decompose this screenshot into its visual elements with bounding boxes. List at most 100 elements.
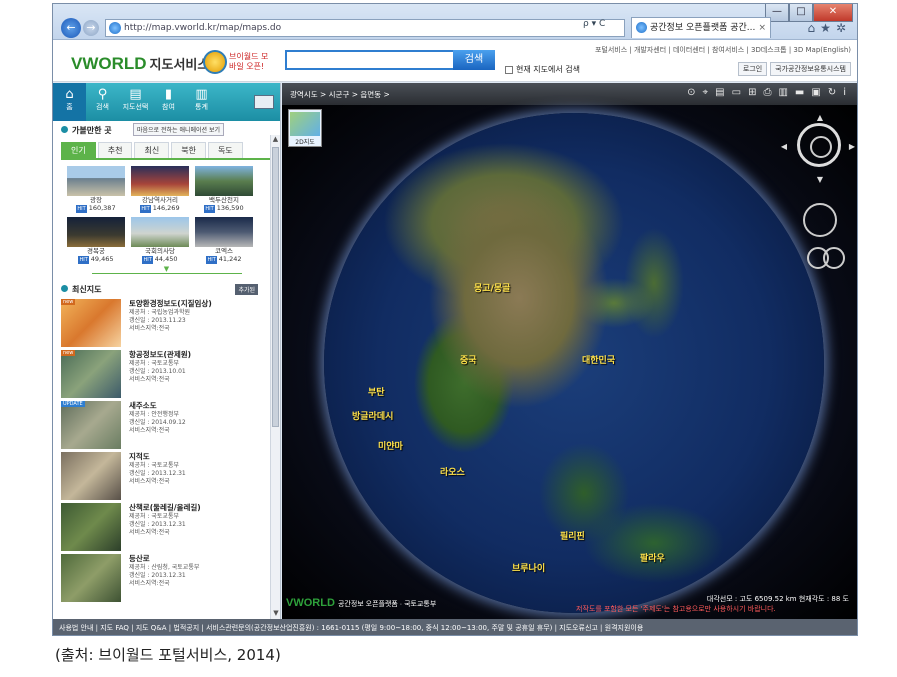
left-panel-scrollbar[interactable]: ▲ ▼: [270, 135, 280, 619]
zoom-control[interactable]: [803, 203, 837, 237]
mobile-promo-banner[interactable]: 브이월드 모바일 오픈!: [203, 46, 273, 78]
arrow-left-icon[interactable]: ◀: [781, 142, 787, 151]
save-icon[interactable]: ⊞: [748, 87, 763, 98]
place-card[interactable]: 광장 HIT 160,387: [67, 166, 125, 213]
map-label[interactable]: 필리핀: [560, 529, 585, 542]
scroll-up-icon[interactable]: ▲: [271, 135, 280, 145]
map-label[interactable]: 부탄: [368, 385, 385, 398]
site-footer-links[interactable]: 사용법 안내 | 지도 FAQ | 지도 Q&A | 법적공지 | 서비스관련문…: [53, 619, 857, 635]
forward-button[interactable]: →: [83, 20, 99, 36]
map-label[interactable]: 라오스: [440, 465, 465, 478]
scrollbar-thumb[interactable]: [272, 147, 279, 427]
address-bar[interactable]: http://map.vworld.kr/map/maps.do: [105, 19, 625, 37]
map-label[interactable]: 방글라데시: [352, 409, 393, 422]
location-icon[interactable]: ⊙: [687, 87, 702, 98]
info-icon[interactable]: i: [843, 87, 853, 98]
chevron-down-icon[interactable]: ▼: [91, 266, 242, 274]
recent-map-title[interactable]: 항공정보도(관제원): [129, 350, 191, 360]
close-button[interactable]: ✕: [813, 4, 853, 22]
settings-gear-icon[interactable]: ✲: [836, 21, 851, 35]
recent-map-thumbnail[interactable]: UPDATE: [61, 401, 121, 449]
agency-link[interactable]: 국가공간정보유통시스템: [770, 62, 851, 76]
map-label[interactable]: 미얀마: [378, 439, 403, 452]
measure-icon[interactable]: ⌖: [703, 87, 716, 98]
region-breadcrumb[interactable]: 광역시도 > 시군구 > 읍면동 >: [290, 89, 390, 100]
recent-map-thumbnail[interactable]: [61, 554, 121, 602]
animation-button[interactable]: 마음으로 전하는 애니메이션 보기: [133, 123, 225, 136]
earth-globe[interactable]: 몽고/몽골 중국 대한민국 부탄 방글라데시 미얀마 라오스 필리핀 브루나이 …: [324, 113, 824, 613]
favorites-star-icon[interactable]: ★: [820, 21, 836, 35]
menu-map-select[interactable]: ▤ 지도선택: [119, 83, 152, 121]
checkbox-icon[interactable]: [505, 65, 513, 74]
recent-map-title[interactable]: 새주소도: [129, 401, 186, 411]
login-button[interactable]: 로그인: [737, 62, 768, 76]
map-label[interactable]: 몽고/몽골: [474, 281, 510, 294]
recent-map-thumbnail[interactable]: [61, 452, 121, 500]
print-icon[interactable]: ⎙: [763, 87, 778, 98]
menu-participate[interactable]: ▮ 참여: [152, 83, 185, 121]
map-label[interactable]: 중국: [460, 353, 477, 366]
tab-close-icon[interactable]: ×: [758, 18, 766, 38]
tilt-control-right[interactable]: [823, 247, 845, 269]
recent-map-item[interactable]: 지적도 제공처 : 국토교통부 갱신일 : 2013.12.31 서비스지역:전국: [61, 452, 272, 500]
menu-search[interactable]: ⚲ 검색: [86, 83, 119, 121]
recent-map-thumbnail[interactable]: new: [61, 299, 121, 347]
refresh-icon[interactable]: ↻: [828, 87, 843, 98]
search-current-map-checkbox[interactable]: 현재 지도에서 검색: [505, 64, 580, 75]
recent-map-item[interactable]: 산책로(둘레길/올레길) 제공처 : 국토교통부 갱신일 : 2013.12.31 서…: [61, 503, 272, 551]
search-input[interactable]: [285, 50, 455, 70]
recent-map-item[interactable]: new 항공정보도(관제원) 제공처 : 국토교통부 갱신일 : 2013.10.0…: [61, 350, 272, 398]
tab-popular[interactable]: 인기: [61, 142, 96, 158]
layer-icon[interactable]: ▤: [715, 87, 731, 98]
recent-map-item[interactable]: UPDATE 새주소도 제공처 : 안전행정부 갱신일 : 2014.09.12 서비…: [61, 401, 272, 449]
tab-north-korea[interactable]: 북한: [171, 142, 206, 158]
map-label[interactable]: 대한민국: [582, 353, 615, 366]
tab-dokdo[interactable]: 독도: [207, 142, 243, 158]
roadview-icon[interactable]: ▭: [732, 87, 748, 98]
back-button[interactable]: ←: [61, 18, 81, 38]
place-card[interactable]: 국회의사당 HIT 44,450: [131, 217, 189, 264]
place-thumbnail[interactable]: [131, 166, 189, 196]
panel-collapse-button[interactable]: [254, 95, 274, 109]
place-thumbnail[interactable]: [67, 217, 125, 247]
search-button[interactable]: 검색: [453, 50, 495, 70]
menu-home[interactable]: ⌂ 홈: [53, 83, 86, 121]
map-label[interactable]: 브루나이: [512, 561, 545, 574]
top-links[interactable]: 포털서비스 | 개발자센터 | 데이터센터 | 참여서비스 | 3D데스크톱 |…: [595, 45, 851, 55]
place-card[interactable]: 강남역사거리 HIT 146,269: [131, 166, 189, 213]
place-card[interactable]: 코엑스 HIT 41,242: [195, 217, 253, 264]
split-icon[interactable]: ▥: [778, 87, 794, 98]
fullscreen-icon[interactable]: ▣: [811, 87, 827, 98]
place-thumbnail[interactable]: [67, 166, 125, 196]
arrow-down-icon[interactable]: ▼: [817, 175, 823, 184]
menu-statistics[interactable]: ▥ 통계: [185, 83, 218, 121]
vworld-logo[interactable]: VWORLD 지도서비스: [71, 54, 209, 74]
globe-view[interactable]: 2D지도 몽고/몽골 중국 대한민국 부탄 방글라데시 미얀마 라오스 필리핀 …: [282, 105, 857, 619]
place-thumbnail[interactable]: [195, 166, 253, 196]
recent-map-thumbnail[interactable]: [61, 503, 121, 551]
recent-map-item[interactable]: 등산로 제공처 : 산림청, 국토교통부 갱신일 : 2013.12.31 서비스지역…: [61, 554, 272, 602]
home-icon[interactable]: ⌂: [808, 21, 821, 35]
maximize-button[interactable]: □: [789, 4, 813, 22]
recent-map-title[interactable]: 토양환경정보도(지질임상): [129, 299, 212, 309]
recent-map-title[interactable]: 등산로: [129, 554, 199, 564]
recent-more-button[interactable]: 추가된: [235, 284, 258, 295]
compass-navigation-control[interactable]: [797, 123, 841, 167]
tab-recommended[interactable]: 추천: [97, 142, 133, 158]
arrow-right-icon[interactable]: ▶: [849, 142, 855, 151]
address-tools[interactable]: ρ ▾ C: [583, 19, 605, 29]
recent-map-title[interactable]: 지적도: [129, 452, 186, 462]
place-thumbnail[interactable]: [131, 217, 189, 247]
place-card[interactable]: 경복궁 HIT 49,465: [67, 217, 125, 264]
place-card[interactable]: 백두산천지 HIT 136,590: [195, 166, 253, 213]
legend-icon[interactable]: ▬: [795, 87, 811, 98]
tab-latest[interactable]: 최신: [134, 142, 170, 158]
scroll-down-icon[interactable]: ▼: [271, 609, 280, 619]
browser-tab[interactable]: 공간정보 오픈플랫폼 공간... ×: [631, 17, 771, 38]
recent-map-thumbnail[interactable]: new: [61, 350, 121, 398]
2d-map-toggle[interactable]: 2D지도: [288, 109, 322, 147]
place-thumbnail[interactable]: [195, 217, 253, 247]
map-label[interactable]: 팔라우: [640, 551, 665, 564]
recent-map-title[interactable]: 산책로(둘레길/올레길): [129, 503, 201, 513]
recent-map-item[interactable]: new 토양환경정보도(지질임상) 제공처 : 국립농업과학원 갱신일 : 2013…: [61, 299, 272, 347]
